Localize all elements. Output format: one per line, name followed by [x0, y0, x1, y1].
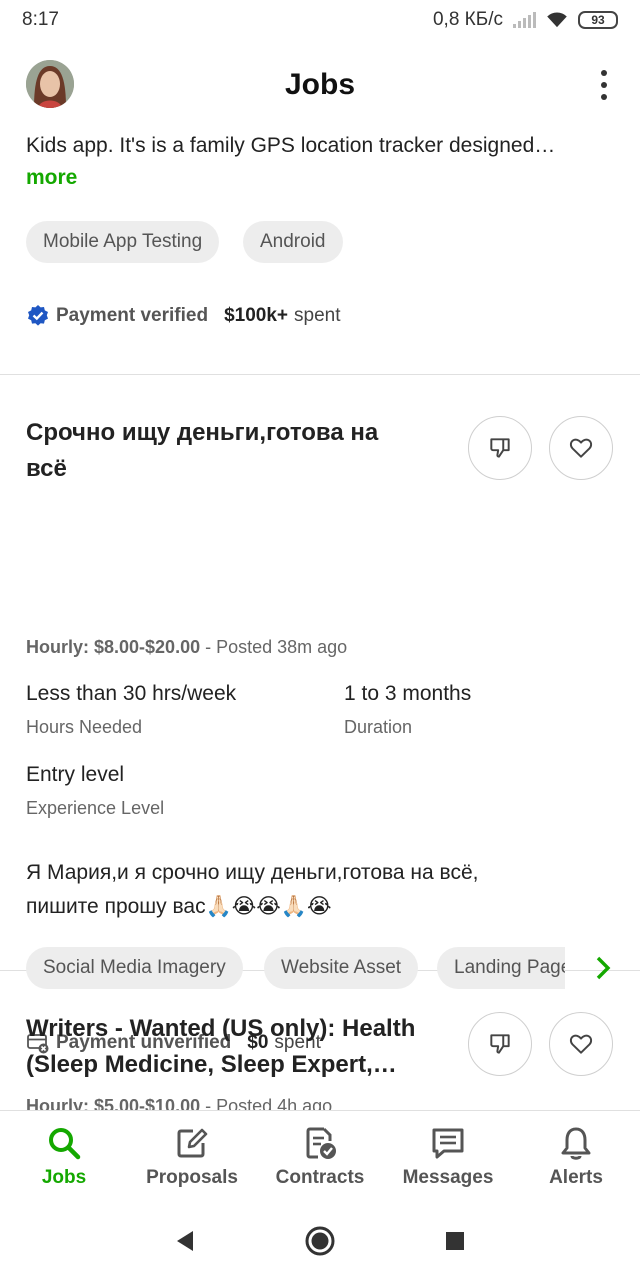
recents-icon[interactable]: [444, 1230, 466, 1252]
job-rate: Hourly: $5.00-$10.00: [26, 1096, 201, 1110]
job-card[interactable]: Kids app. It's is a family GPS location …: [0, 130, 640, 375]
bell-icon: [561, 1127, 591, 1160]
skill-chip[interactable]: Android: [243, 221, 343, 263]
job-card[interactable]: Writers - Wanted (US only): Health (Slee…: [0, 971, 640, 1110]
nav-label: Jobs: [41, 1167, 87, 1188]
nav-label: Proposals: [146, 1167, 238, 1188]
save-job-button[interactable]: [549, 1012, 613, 1076]
hours-label: Hours Needed: [26, 717, 143, 737]
signal-icon: [513, 12, 536, 28]
avatar-image: [26, 60, 74, 108]
nav-item-contracts[interactable]: Contracts: [256, 1111, 384, 1202]
job-title-line: Writers - Wanted (US only): Health: [26, 1015, 416, 1042]
network-speed: 0,8 КБ/с: [432, 9, 503, 30]
spent-amount: $100k+: [224, 305, 289, 326]
heart-icon: [569, 438, 593, 458]
experience-value: Entry level: [26, 763, 125, 786]
wifi-icon: [547, 12, 567, 28]
job-posted: - Posted 38m ago: [200, 637, 348, 657]
more-options-icon[interactable]: [594, 70, 614, 100]
more-link[interactable]: more: [26, 166, 77, 190]
job-card[interactable]: Срочно ищу деньги,готова на всё Hourly: …: [0, 375, 640, 1054]
thumbs-down-icon: [490, 1034, 510, 1054]
job-description: Kids app. It's is a family GPS location …: [26, 134, 556, 157]
status-time: 8:17: [22, 9, 59, 30]
job-title-line: (Sleep Medicine, Sleep Expert,…: [26, 1051, 397, 1078]
experience-label: Experience Level: [26, 798, 165, 818]
status-bar: 8:17 0,8 КБ/с 93: [0, 0, 640, 40]
job-title-line: всё: [26, 455, 67, 482]
duration-value: 1 to 3 months: [344, 682, 472, 705]
hours-value: Less than 30 hrs/week: [26, 682, 237, 705]
app-header: Jobs: [0, 40, 640, 130]
heart-icon: [569, 1034, 593, 1054]
payment-info: Payment verified $100k+ spent: [26, 304, 341, 328]
duration-label: Duration: [344, 717, 413, 737]
dislike-button[interactable]: [468, 416, 532, 480]
nav-label: Contracts: [275, 1167, 365, 1188]
job-rate: Hourly: $8.00-$20.00: [26, 637, 201, 657]
payment-status: Payment verified: [56, 305, 209, 326]
nav-item-proposals[interactable]: Proposals: [128, 1111, 256, 1202]
spent-label: spent: [294, 305, 341, 326]
save-job-button[interactable]: [549, 416, 613, 480]
job-title[interactable]: Срочно ищу деньги,готова на всё: [26, 415, 446, 487]
dislike-button[interactable]: [468, 1012, 532, 1076]
system-navigation-bar: [0, 1202, 640, 1280]
back-icon[interactable]: [174, 1229, 196, 1253]
search-icon: [49, 1128, 81, 1160]
avatar[interactable]: [26, 60, 74, 108]
nav-label: Messages: [402, 1167, 494, 1188]
job-posted: - Posted 4h ago: [200, 1096, 333, 1110]
page-title: Jobs: [284, 68, 356, 101]
job-meta-row: Hourly: $5.00-$10.00 - Posted 4h ago: [26, 1096, 332, 1110]
skill-chip[interactable]: Mobile App Testing: [26, 221, 220, 263]
battery-icon: 93: [578, 11, 618, 29]
job-feed[interactable]: Kids app. It's is a family GPS location …: [0, 130, 640, 1110]
nav-item-messages[interactable]: Messages: [384, 1111, 512, 1202]
status-icons: 0,8 КБ/с 93: [433, 9, 618, 31]
job-description: Я Мария,и я срочно ищу деньги,готова на …: [26, 861, 479, 884]
bottom-navigation: Jobs Proposals Contracts Messages Alerts: [0, 1110, 640, 1202]
edit-icon: [177, 1128, 208, 1158]
job-title-line: Срочно ищу деньги,готова на: [26, 419, 379, 446]
contract-icon: [306, 1127, 336, 1159]
skills-row: Mobile App Testing Android: [0, 221, 640, 263]
message-icon: [432, 1128, 464, 1159]
thumbs-down-icon: [490, 438, 510, 458]
nav-item-jobs[interactable]: Jobs: [0, 1111, 128, 1202]
nav-item-alerts[interactable]: Alerts: [512, 1111, 640, 1202]
job-description: пишите прошу вас🙏🏻😭😭🙏🏻😭: [26, 895, 332, 918]
job-title[interactable]: Writers - Wanted (US only): Health (Slee…: [26, 1011, 446, 1083]
nav-label: Alerts: [549, 1167, 603, 1188]
job-meta-row: Hourly: $8.00-$20.00 - Posted 38m ago: [26, 637, 347, 658]
home-icon[interactable]: [304, 1225, 336, 1257]
verified-badge-icon: [28, 305, 48, 326]
